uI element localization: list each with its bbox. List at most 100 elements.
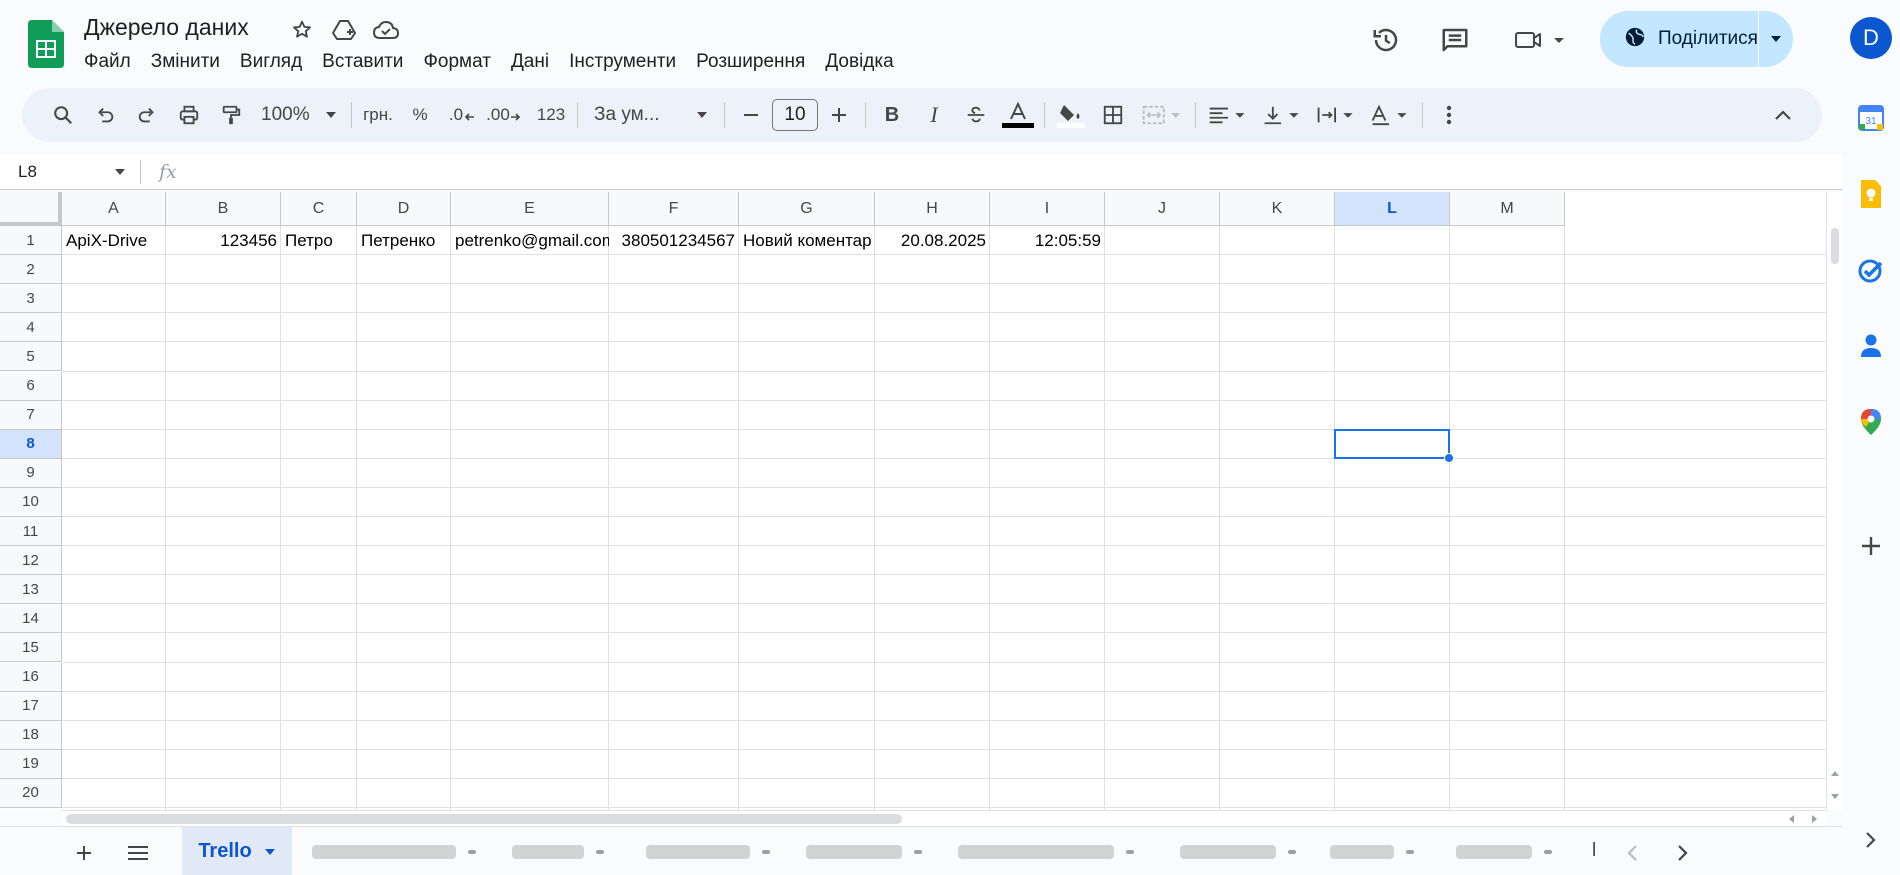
sheet-tab-blurred[interactable] xyxy=(958,844,1134,860)
row-header-19[interactable]: 19 xyxy=(0,749,62,779)
sheet-tab-blurred[interactable] xyxy=(646,844,770,860)
cell-f1[interactable]: 380501234567 xyxy=(609,226,739,255)
sheet-tab-trello[interactable]: Trello xyxy=(182,827,292,875)
cell-a1[interactable]: ApiX-Drive xyxy=(62,226,166,255)
decrease-font-size-icon[interactable] xyxy=(733,97,769,133)
fill-handle[interactable] xyxy=(1444,452,1454,463)
row-header-7[interactable]: 7 xyxy=(0,400,62,430)
row-header-10[interactable]: 10 xyxy=(0,487,62,517)
row-header-11[interactable]: 11 xyxy=(0,517,62,546)
sheet-tab-blurred[interactable] xyxy=(1456,844,1552,860)
row-header-4[interactable]: 4 xyxy=(0,313,62,343)
text-color-icon[interactable] xyxy=(1000,97,1036,133)
text-rotation-icon[interactable] xyxy=(1366,97,1414,133)
menu-data[interactable]: Дані xyxy=(501,50,559,74)
menu-tools[interactable]: Інструменти xyxy=(559,50,686,74)
cell-g1[interactable]: Новий коментар xyxy=(739,226,875,255)
more-options-icon[interactable] xyxy=(1431,97,1467,133)
row-header-18[interactable]: 18 xyxy=(0,720,62,750)
meet-icon[interactable] xyxy=(1512,22,1572,58)
column-header-d[interactable]: D xyxy=(357,192,451,226)
get-addons-icon[interactable] xyxy=(1857,532,1885,560)
add-sheet-icon[interactable] xyxy=(66,835,102,871)
calendar-icon[interactable]: 31 xyxy=(1857,104,1885,132)
row-header-6[interactable]: 6 xyxy=(0,371,62,401)
version-history-icon[interactable] xyxy=(1368,22,1404,58)
currency-format-button[interactable]: грн. xyxy=(360,97,396,133)
share-dropdown-icon[interactable] xyxy=(1759,35,1793,43)
row-header-13[interactable]: 13 xyxy=(0,575,62,605)
spreadsheet-grid[interactable]: A B C D E F G H I J K L M 1 2 3 4 5 6 7 8 9 10 11 12 13 14 15 16 17 18… xyxy=(0,192,1826,810)
horizontal-align-icon[interactable] xyxy=(1204,97,1252,133)
document-title[interactable]: Джерело даних xyxy=(84,14,249,41)
strikethrough-icon[interactable] xyxy=(958,97,994,133)
contacts-icon[interactable] xyxy=(1857,332,1885,360)
percent-format-button[interactable]: % xyxy=(402,97,438,133)
sheet-tab-blurred[interactable] xyxy=(312,844,476,860)
sheet-tab-blurred[interactable] xyxy=(1180,844,1296,860)
column-header-m[interactable]: M xyxy=(1450,192,1565,226)
column-header-h[interactable]: H xyxy=(875,192,990,226)
row-header-1[interactable]: 1 xyxy=(0,226,62,255)
name-box[interactable]: L8 xyxy=(0,154,140,190)
menu-help[interactable]: Довідка xyxy=(815,50,903,74)
decrease-decimals-button[interactable]: .0 xyxy=(444,97,480,133)
print-icon[interactable] xyxy=(171,97,207,133)
cell-e1[interactable]: petrenko@gmail.com xyxy=(451,226,609,255)
column-header-f[interactable]: F xyxy=(609,192,739,226)
column-header-j[interactable]: J xyxy=(1105,192,1220,226)
vertical-align-icon[interactable] xyxy=(1258,97,1306,133)
column-header-c[interactable]: C xyxy=(281,192,357,226)
vertical-scroll-thumb[interactable] xyxy=(1831,228,1839,264)
selected-cell-outline[interactable] xyxy=(1334,428,1450,459)
bold-button[interactable]: B xyxy=(874,97,910,133)
borders-icon[interactable] xyxy=(1095,97,1131,133)
cell-c1[interactable]: Петро xyxy=(281,226,357,255)
cell-i1[interactable]: 12:05:59 xyxy=(990,226,1105,255)
column-header-e[interactable]: E xyxy=(451,192,609,226)
row-header-9[interactable]: 9 xyxy=(0,458,62,488)
collapse-toolbar-icon[interactable] xyxy=(1765,97,1801,133)
row-header-15[interactable]: 15 xyxy=(0,633,62,663)
row-header-2[interactable]: 2 xyxy=(0,255,62,285)
font-family-select[interactable]: За ум... xyxy=(586,97,716,133)
tasks-icon[interactable] xyxy=(1857,256,1885,284)
cell-h1[interactable]: 20.08.2025 xyxy=(875,226,990,255)
horizontal-scrollbar[interactable] xyxy=(62,810,1826,826)
column-header-i[interactable]: I xyxy=(990,192,1105,226)
cell-d1[interactable]: Петренко xyxy=(357,226,451,255)
scroll-tabs-left-icon[interactable] xyxy=(1614,835,1650,871)
menu-format[interactable]: Формат xyxy=(413,50,501,74)
italic-button[interactable]: I xyxy=(916,97,952,133)
sheet-tab-blurred[interactable] xyxy=(806,844,922,860)
comments-icon[interactable] xyxy=(1437,22,1473,58)
hide-side-panel-icon[interactable] xyxy=(1857,826,1885,854)
keep-icon[interactable] xyxy=(1857,180,1885,208)
search-menus-icon[interactable] xyxy=(45,97,81,133)
menu-file[interactable]: Файл xyxy=(84,50,141,74)
row-header-12[interactable]: 12 xyxy=(0,546,62,576)
move-to-drive-icon[interactable] xyxy=(330,16,358,44)
row-header-17[interactable]: 17 xyxy=(0,691,62,721)
menu-insert[interactable]: Вставити xyxy=(312,50,413,74)
increase-font-size-icon[interactable] xyxy=(821,97,857,133)
column-header-g[interactable]: G xyxy=(739,192,875,226)
maps-icon[interactable] xyxy=(1857,408,1885,436)
sheet-tab-blurred[interactable] xyxy=(512,844,604,860)
redo-icon[interactable] xyxy=(129,97,165,133)
undo-icon[interactable] xyxy=(87,97,123,133)
text-wrapping-icon[interactable] xyxy=(1312,97,1360,133)
zoom-select[interactable]: 100% xyxy=(255,97,343,133)
cell-b1[interactable]: 123456 xyxy=(166,226,281,255)
number-format-button[interactable]: 123 xyxy=(533,97,569,133)
merge-cells-icon[interactable] xyxy=(1137,97,1187,133)
formula-input[interactable] xyxy=(189,154,1842,190)
all-sheets-icon[interactable] xyxy=(120,835,156,871)
share-main[interactable]: Поділитися xyxy=(1600,11,1759,67)
scroll-tabs-right-icon[interactable] xyxy=(1665,835,1701,871)
menu-view[interactable]: Вигляд xyxy=(230,50,312,74)
sheet-tab-blurred[interactable] xyxy=(1330,844,1414,860)
sheets-logo-icon[interactable] xyxy=(28,20,64,68)
menu-extensions[interactable]: Розширення xyxy=(686,50,815,74)
row-header-3[interactable]: 3 xyxy=(0,284,62,314)
